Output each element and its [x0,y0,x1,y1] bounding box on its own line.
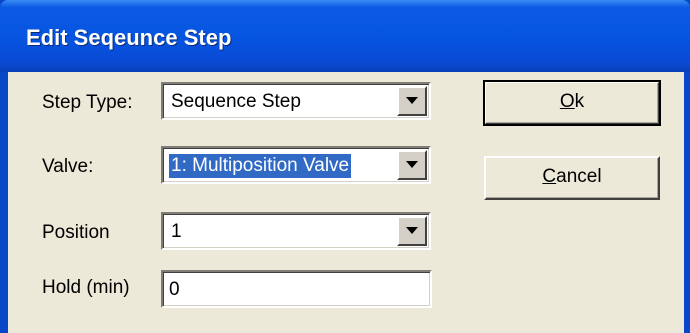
hold-input[interactable]: 0 [161,270,432,308]
position-label: Position [42,222,110,243]
valve-dropdown-button[interactable] [397,150,427,180]
cancel-button[interactable]: Cancel [484,156,660,200]
valve-value: 1: Multiposition Valve [167,153,353,179]
dialog-window: Edit Seqeunce Step Step Type: Sequence S… [0,0,690,333]
hold-label: Hold (min) [42,277,130,298]
cancel-label-rest: ancel [556,166,602,187]
position-dropdown-button[interactable] [397,216,427,246]
hold-value: 0 [169,279,180,300]
cancel-button-label: Cancel [542,158,601,196]
chevron-down-icon [406,227,418,234]
valve-label: Valve: [42,156,94,177]
step-type-select[interactable]: Sequence Step [161,82,431,120]
ok-mnemonic: O [559,91,575,112]
position-value: 1 [171,221,182,242]
position-select[interactable]: 1 [161,212,431,250]
cancel-mnemonic: C [542,166,557,187]
valve-select[interactable]: 1: Multiposition Valve [161,146,431,184]
step-type-label: Step Type: [42,92,133,113]
step-type-value: Sequence Step [171,91,301,112]
step-type-dropdown-button[interactable] [397,86,427,116]
chevron-down-icon [406,97,418,104]
chevron-down-icon [406,161,418,168]
dialog-title: Edit Seqeunce Step [26,25,232,50]
ok-button[interactable]: Ok [483,80,661,126]
ok-button-label: Ok [560,83,584,121]
ok-label-rest: k [574,91,585,112]
dialog-body: Step Type: Sequence Step Valve: 1: Multi… [8,72,684,333]
title-bar[interactable]: Edit Seqeunce Step [0,0,690,72]
